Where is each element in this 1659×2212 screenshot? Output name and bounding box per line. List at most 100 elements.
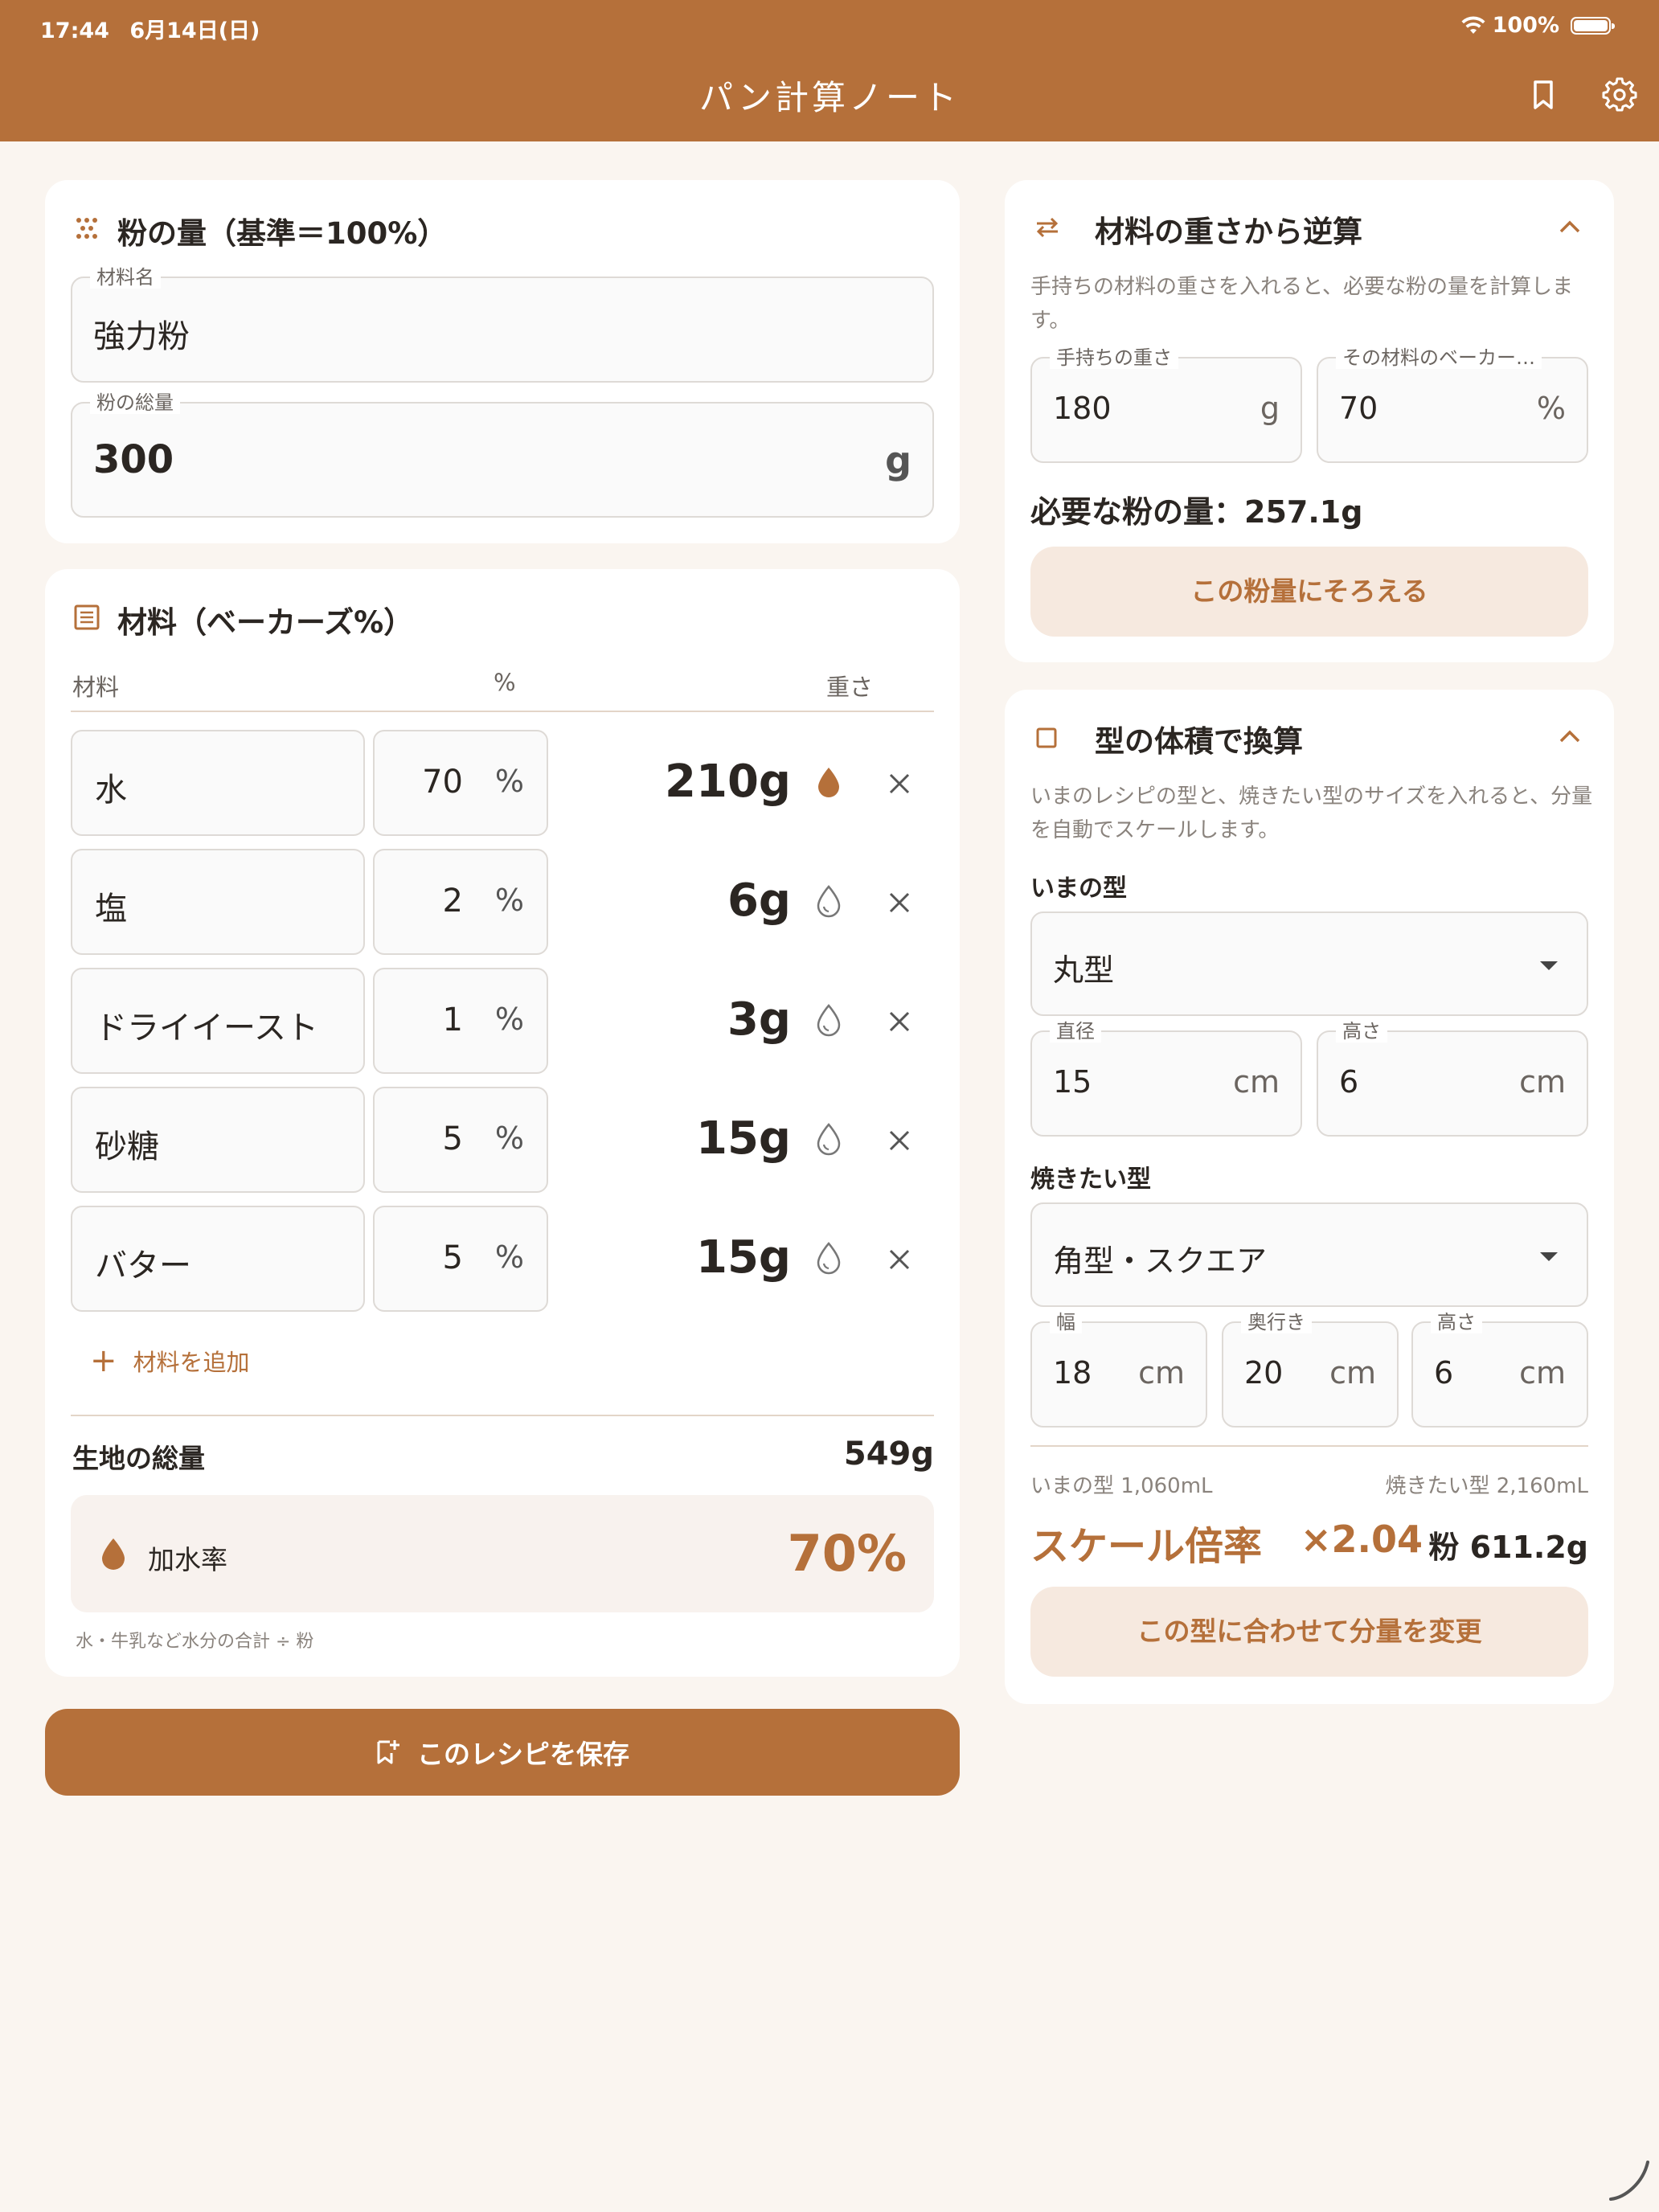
status-clock: 17:44 (40, 18, 109, 43)
current-height-field[interactable]: 高さ 6 cm (1317, 1020, 1588, 1137)
flour-total-field[interactable]: 粉の総量 300 g (71, 391, 934, 518)
ingredient-pct-field[interactable]: 1% (373, 968, 548, 1074)
flour-card-title: 粉の量（基準＝100%） (117, 216, 448, 251)
chevron-up-icon[interactable] (1558, 219, 1582, 235)
ingredients-card-title: 材料（ベーカーズ%） (117, 605, 414, 640)
mold-card-description: いまのレシピの型と、焼きたい型のサイズを入れると、分量を自動でスケールします。 (1030, 784, 1593, 842)
ingredient-weight: 15g (695, 1112, 791, 1165)
remove-icon[interactable] (887, 772, 911, 796)
hydration-value: 70% (787, 1524, 907, 1583)
water-drop-filled-icon[interactable] (815, 765, 842, 799)
dropdown-arrow-icon (1540, 961, 1558, 970)
current-mold-label: いまの型 (1030, 875, 1127, 903)
held-weight-value: 180 (1053, 391, 1112, 426)
ingredient-pct-field[interactable]: 5% (373, 1087, 548, 1193)
held-weight-field[interactable]: 手持ちの重さ 180 g (1030, 346, 1302, 463)
volume-divider (1030, 1445, 1588, 1447)
depth-label: 奥行き (1241, 1311, 1312, 1333)
column-header-name: 材料 (72, 674, 120, 701)
ingredients-card: 材料（ベーカーズ%） 材料 % 重さ 水 70% 210g 塩 2% 6g ドライイースト 1… (45, 569, 960, 1677)
depth-field[interactable]: 奥行き 20 cm (1222, 1311, 1399, 1428)
app-bar: 17:44 6月14日(日) 100% パン計算ノート (0, 0, 1659, 141)
target-mold-label: 焼きたい型 (1030, 1165, 1151, 1194)
ingredient-pct: 5 (442, 1120, 463, 1157)
water-drop-outline-icon[interactable] (815, 1122, 842, 1156)
required-flour-result: 必要な粉の量：257.1g (1030, 494, 1363, 530)
status-date: 6月14日(日) (129, 18, 260, 43)
target-height-unit: cm (1519, 1355, 1566, 1391)
baker-pct-field[interactable]: その材料のベーカー… 70 % (1317, 346, 1588, 463)
remove-icon[interactable] (887, 891, 911, 915)
ingredient-pct-field[interactable]: 70% (373, 730, 548, 836)
hydration-note: 水・牛乳など水分の合計 ÷ 粉 (76, 1632, 314, 1652)
target-mold-select[interactable]: 角型・スクエア (1030, 1202, 1588, 1307)
ingredient-weight: 3g (727, 993, 791, 1046)
ingredient-pct-unit: % (494, 1120, 524, 1156)
ingredient-weight: 6g (727, 875, 791, 927)
current-mold-value: 丸型 (1053, 952, 1115, 988)
apply-mold-button[interactable]: この型に合わせて分量を変更 (1030, 1587, 1588, 1677)
water-drop-outline-icon[interactable] (815, 1003, 842, 1037)
align-flour-button[interactable]: この粉量にそろえる (1030, 547, 1588, 637)
bookmark-add-icon (377, 1740, 399, 1764)
totals-divider (71, 1415, 934, 1416)
battery-icon (1571, 16, 1615, 35)
ingredient-name: 砂糖 (95, 1129, 159, 1165)
resize-handle-icon[interactable] (1608, 2159, 1651, 2202)
ingredient-pct: 70 (422, 764, 463, 801)
chevron-up-icon[interactable] (1558, 728, 1582, 744)
save-recipe-button[interactable]: このレシピを保存 (45, 1709, 960, 1796)
remove-icon[interactable] (887, 1247, 911, 1272)
flour-name-field[interactable]: 材料名 強力粉 (71, 266, 934, 383)
ingredient-weight: 210g (665, 756, 791, 808)
ingredient-weight: 15g (695, 1231, 791, 1284)
flour-total-unit: g (885, 439, 911, 482)
water-drop-outline-icon[interactable] (815, 884, 842, 918)
water-drop-icon (102, 1538, 125, 1570)
depth-unit: cm (1329, 1355, 1376, 1391)
diameter-field[interactable]: 直径 15 cm (1030, 1020, 1302, 1137)
scale-label: スケール倍率 (1030, 1524, 1263, 1569)
ingredient-pct-field[interactable]: 5% (373, 1206, 548, 1312)
current-height-label: 高さ (1336, 1020, 1387, 1043)
current-height-unit: cm (1519, 1064, 1566, 1100)
ingredient-name-field[interactable]: 水 (71, 730, 365, 836)
ingredient-pct-unit: % (494, 1239, 524, 1275)
target-height-label: 高さ (1431, 1311, 1482, 1333)
diameter-unit: cm (1233, 1064, 1280, 1100)
add-ingredient-button[interactable]: + 材料を追加 (90, 1341, 250, 1381)
held-weight-unit: g (1260, 391, 1280, 426)
width-unit: cm (1138, 1355, 1185, 1391)
header-divider (71, 711, 934, 712)
reverse-card-title: 材料の重さから逆算 (1095, 215, 1362, 249)
ingredient-pct-unit: % (494, 764, 524, 799)
water-drop-outline-icon[interactable] (815, 1241, 842, 1275)
ingredient-pct-field[interactable]: 2% (373, 849, 548, 955)
depth-value: 20 (1244, 1355, 1284, 1391)
ingredient-name: 水 (95, 772, 127, 809)
bookmark-icon[interactable] (1526, 77, 1561, 113)
remove-icon[interactable] (887, 1010, 911, 1034)
target-volume: 焼きたい型 2,160mL (1385, 1474, 1588, 1498)
baker-pct-label: その材料のベーカー… (1336, 346, 1542, 369)
status-time: 17:44 6月14日(日) (40, 13, 260, 44)
flour-name-value: 強力粉 (93, 318, 190, 355)
ingredient-name-field[interactable]: バター (71, 1206, 365, 1312)
target-height-field[interactable]: 高さ 6 cm (1411, 1311, 1588, 1428)
plus-icon: + (90, 1342, 117, 1379)
ingredient-name-field[interactable]: 塩 (71, 849, 365, 955)
current-mold-select[interactable]: 丸型 (1030, 911, 1588, 1016)
baker-pct-unit: % (1536, 391, 1566, 426)
gear-icon[interactable] (1602, 77, 1637, 113)
diameter-label: 直径 (1050, 1020, 1101, 1043)
ingredient-pct: 1 (442, 1002, 463, 1038)
ingredient-row: 砂糖 5% 15g (71, 1087, 934, 1193)
remove-icon[interactable] (887, 1129, 911, 1153)
scaled-flour-result: 粉 611.2g (1428, 1530, 1588, 1565)
ingredient-pct: 2 (442, 883, 463, 920)
ingredient-pct-unit: % (494, 883, 524, 918)
total-dough-label: 生地の総量 (72, 1443, 205, 1474)
width-field[interactable]: 幅 18 cm (1030, 1311, 1207, 1428)
ingredient-name-field[interactable]: ドライイースト (71, 968, 365, 1074)
ingredient-name-field[interactable]: 砂糖 (71, 1087, 365, 1193)
